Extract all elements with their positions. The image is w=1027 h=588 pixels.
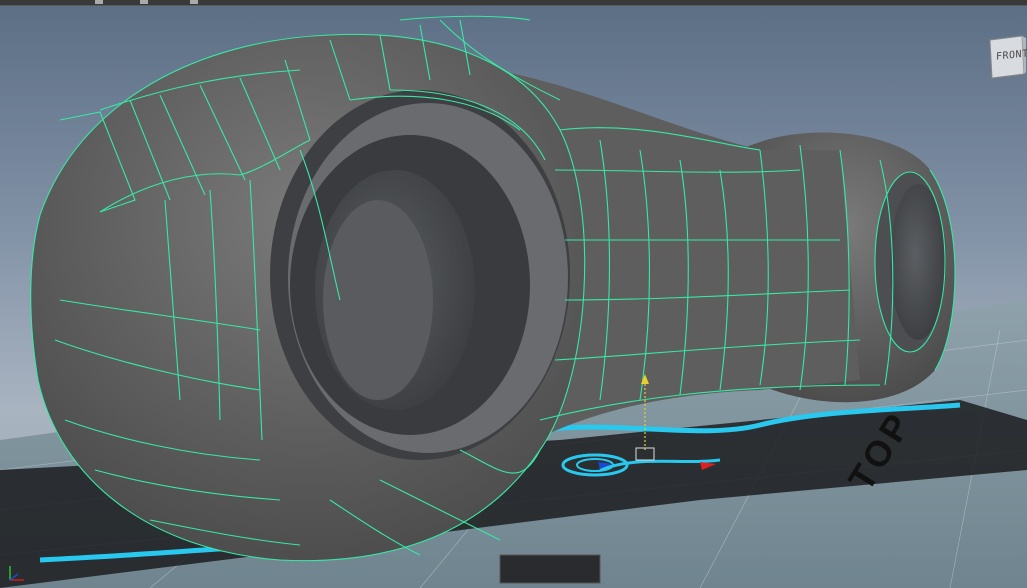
axis-gizmo-icon bbox=[9, 566, 24, 581]
scene-canvas[interactable] bbox=[0, 0, 1027, 588]
view-cube-icon[interactable]: FRONT bbox=[988, 34, 1027, 80]
3d-viewport[interactable]: FRONT TOP bbox=[0, 0, 1027, 588]
